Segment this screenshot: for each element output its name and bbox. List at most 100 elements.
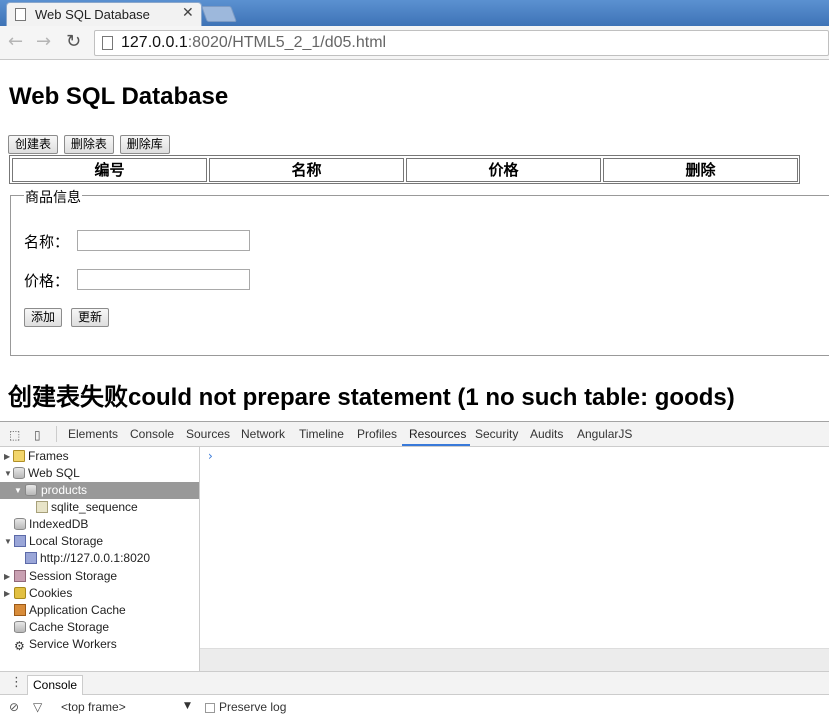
- back-arrow-icon[interactable]: ←: [8, 32, 23, 52]
- sidebar-item-local-storage[interactable]: ▼ Local Storage: [4, 533, 103, 550]
- expand-arrow-icon[interactable]: ▶: [4, 585, 10, 602]
- add-button[interactable]: 添加: [24, 308, 63, 327]
- sidebar-item-label: Web SQL: [28, 466, 80, 480]
- folder-icon: [13, 450, 25, 462]
- sidebar-item-session-storage[interactable]: ▶ Session Storage: [4, 568, 117, 585]
- product-info-fieldset: 商品信息 名称： 价格： 添加 更新: [10, 187, 829, 356]
- resources-main-pane: ›: [200, 447, 829, 647]
- column-header-name: 名称: [209, 158, 404, 182]
- delete-table-button[interactable]: 删除表: [63, 135, 114, 154]
- sidebar-item-label: Session Storage: [29, 569, 118, 583]
- sidebar-item-label: IndexedDB: [29, 517, 89, 531]
- console-prompt-icon: ›: [208, 449, 213, 463]
- inspect-element-icon[interactable]: ⬚: [9, 428, 20, 442]
- page-title: Web SQL Database: [9, 83, 229, 110]
- console-toolbar: ⊘ ▽ <top frame> ▼ Preserve log: [0, 696, 829, 719]
- expand-arrow-icon[interactable]: ▶: [4, 448, 10, 465]
- column-header-delete: 删除: [603, 158, 798, 182]
- reload-icon[interactable]: ↻: [66, 32, 81, 52]
- sidebar-item-cache-storage[interactable]: Cache Storage: [14, 619, 109, 636]
- tab-drawer-console[interactable]: Console: [27, 675, 84, 695]
- address-bar[interactable]: 127.0.0.1:8020/HTML5_2_1/d05.html: [94, 30, 829, 56]
- column-header-id: 编号: [12, 158, 207, 182]
- active-tab-indicator: [402, 444, 470, 446]
- preserve-log-checkbox[interactable]: [205, 703, 215, 713]
- table-icon: [36, 501, 48, 513]
- url-text: 127.0.0.1:8020/HTML5_2_1/d05.html: [121, 34, 386, 52]
- collapse-arrow-icon[interactable]: ▼: [4, 533, 12, 550]
- preserve-log-label: Preserve log: [219, 700, 287, 714]
- sidebar-item-local-origin[interactable]: http://127.0.0.1:8020: [25, 550, 150, 567]
- collapse-arrow-icon[interactable]: ▼: [14, 482, 22, 499]
- close-icon[interactable]: ✕: [182, 5, 194, 21]
- sidebar-item-application-cache[interactable]: Application Cache: [14, 602, 126, 619]
- forward-arrow-icon[interactable]: →: [36, 32, 51, 52]
- tab-audits[interactable]: Audits: [530, 427, 563, 441]
- chevron-down-icon[interactable]: ▼: [184, 701, 191, 711]
- expand-arrow-icon[interactable]: ▶: [4, 568, 10, 585]
- drawer-tab-bar: ⋮ Console: [0, 671, 829, 695]
- table-actions: 创建表 删除表 删除库: [8, 135, 172, 154]
- application-cache-icon: [14, 604, 26, 616]
- sidebar-item-label: products: [41, 483, 88, 497]
- storage-grid-icon: [14, 535, 26, 547]
- database-icon: [13, 467, 25, 479]
- cookie-icon: [14, 587, 26, 599]
- update-button[interactable]: 更新: [71, 308, 110, 327]
- horizontal-scrollbar[interactable]: [200, 648, 829, 671]
- sidebar-item-label: http://127.0.0.1:8020: [40, 551, 151, 565]
- frame-select[interactable]: <top frame>: [61, 700, 126, 714]
- sidebar-item-web-sql[interactable]: ▼ Web SQL: [4, 465, 80, 482]
- fieldset-legend: 商品信息: [24, 187, 82, 207]
- column-header-price: 价格: [406, 158, 601, 182]
- tab-sources[interactable]: Sources: [186, 427, 230, 441]
- status-message: 创建表失败could not prepare statement (1 no s…: [8, 384, 735, 411]
- sidebar-item-label: Cookies: [29, 586, 73, 600]
- delete-database-button[interactable]: 删除库: [119, 135, 170, 154]
- filter-icon[interactable]: ▽: [33, 700, 42, 714]
- tab-network[interactable]: Network: [241, 427, 285, 441]
- browser-toolbar: ← → ↻ 127.0.0.1:8020/HTML5_2_1/d05.html: [0, 26, 829, 60]
- page-icon: [102, 36, 113, 50]
- sidebar-item-products[interactable]: ▼ products: [0, 482, 199, 499]
- tab-timeline[interactable]: Timeline: [299, 427, 344, 441]
- browser-tab-strip: Web SQL Database ✕: [0, 0, 829, 26]
- tab-security[interactable]: Security: [475, 427, 518, 441]
- sidebar-item-service-workers[interactable]: ⚙ Service Workers: [14, 636, 117, 653]
- tab-resources[interactable]: Resources: [409, 427, 466, 441]
- device-mode-icon[interactable]: ▯: [34, 428, 41, 442]
- name-label: 名称：: [24, 233, 70, 251]
- sidebar-item-frames[interactable]: ▶ Frames: [4, 448, 69, 465]
- sidebar-item-indexeddb[interactable]: IndexedDB: [14, 516, 88, 533]
- gear-icon: ⚙: [14, 639, 25, 653]
- page-content: Web SQL Database 创建表 删除表 删除库 编号 名称 价格 删除…: [0, 61, 829, 421]
- database-icon: [14, 518, 26, 530]
- price-input[interactable]: [77, 269, 250, 290]
- sidebar-item-sqlite-sequence[interactable]: sqlite_sequence: [36, 499, 138, 516]
- sidebar-item-label: Local Storage: [29, 534, 104, 548]
- goods-table: 编号 名称 价格 删除: [9, 155, 800, 184]
- sidebar-item-cookies[interactable]: ▶ Cookies: [4, 585, 72, 602]
- database-icon: [25, 484, 37, 496]
- tab-elements[interactable]: Elements: [68, 427, 118, 441]
- create-table-button[interactable]: 创建表: [8, 135, 59, 154]
- devtools-tab-bar: ⬚ ▯ Elements Console Sources Network Tim…: [0, 422, 829, 447]
- clear-console-icon[interactable]: ⊘: [9, 700, 19, 714]
- database-icon: [14, 621, 26, 633]
- browser-tab[interactable]: Web SQL Database ✕: [6, 2, 202, 26]
- collapse-arrow-icon[interactable]: ▼: [4, 465, 12, 482]
- more-tools-icon[interactable]: ⋮: [10, 675, 23, 690]
- divider: [56, 426, 57, 442]
- tab-angularjs[interactable]: AngularJS: [577, 427, 632, 441]
- resources-sidebar: ▶ Frames ▼ Web SQL ▼ products sqlite_seq…: [0, 447, 200, 671]
- url-path: :8020/HTML5_2_1/d05.html: [187, 34, 387, 51]
- tab-console[interactable]: Console: [130, 427, 174, 441]
- page-icon: [15, 8, 26, 21]
- sidebar-item-label: Frames: [28, 449, 69, 463]
- url-host: 127.0.0.1: [121, 34, 188, 51]
- name-input[interactable]: [77, 230, 250, 251]
- sidebar-item-label: Service Workers: [29, 637, 117, 651]
- devtools-panel: ⬚ ▯ Elements Console Sources Network Tim…: [0, 421, 829, 719]
- new-tab-button[interactable]: [201, 6, 237, 22]
- tab-profiles[interactable]: Profiles: [357, 427, 397, 441]
